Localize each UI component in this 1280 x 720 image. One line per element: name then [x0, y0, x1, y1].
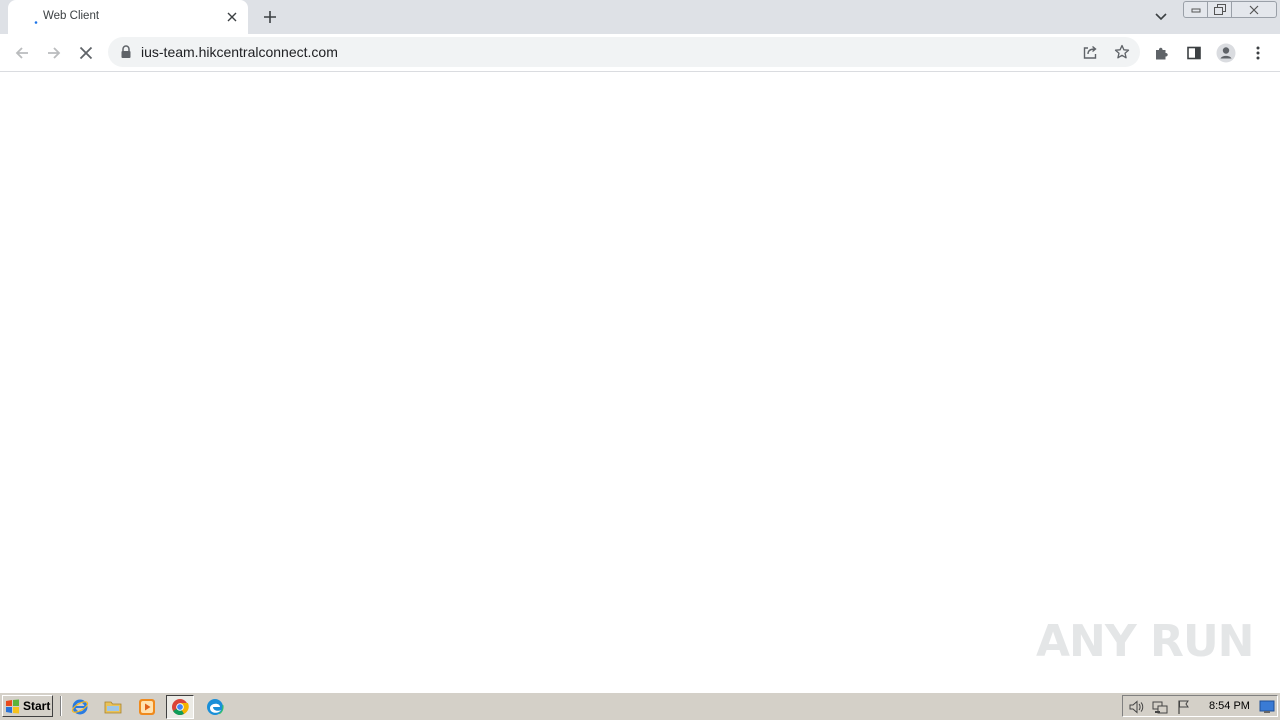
back-button[interactable] [11, 42, 33, 64]
start-button[interactable]: Start [2, 695, 53, 717]
forward-button[interactable] [43, 42, 65, 64]
page-content [0, 72, 1280, 692]
kebab-menu-icon[interactable] [1247, 42, 1269, 64]
window-controls [1183, 1, 1277, 18]
network-icon[interactable] [1152, 699, 1168, 715]
action-center-flag-icon[interactable] [1176, 699, 1192, 715]
lock-icon[interactable] [120, 45, 132, 59]
windows-logo-icon [5, 699, 20, 714]
puzzle-icon[interactable] [1151, 42, 1173, 64]
profile-avatar-icon[interactable] [1215, 42, 1237, 64]
system-tray: 8:54 PM [1122, 695, 1278, 717]
url-text[interactable]: ius-team.hikcentralconnect.com [141, 44, 338, 60]
close-window-button[interactable] [1232, 1, 1277, 18]
share-icon[interactable] [1081, 43, 1099, 61]
show-desktop-icon[interactable] [1259, 699, 1275, 715]
tab-title: Web Client [43, 10, 100, 22]
tab-strip: Web Client [0, 0, 1280, 34]
internet-explorer-icon[interactable] [70, 697, 90, 717]
start-label: Start [23, 699, 51, 713]
minimize-button[interactable] [1183, 1, 1208, 18]
folder-icon[interactable] [103, 697, 123, 717]
clock[interactable]: 8:54 PM [1209, 700, 1250, 712]
windows-taskbar: Start 8:54 PM [0, 692, 1280, 720]
star-icon[interactable] [1113, 43, 1131, 61]
new-tab-button[interactable] [259, 6, 281, 28]
loading-spinner-icon [28, 10, 44, 26]
browser-toolbar: ius-team.hikcentralconnect.com [0, 34, 1280, 72]
anyrun-watermark: ANY RUN [1036, 606, 1254, 676]
stop-loading-button[interactable] [75, 42, 97, 64]
taskbar-separator [60, 696, 62, 716]
edge-icon[interactable] [205, 697, 225, 717]
volume-icon[interactable] [1128, 699, 1144, 715]
watermark-text: ANY RUN [1036, 615, 1254, 667]
chevron-down-icon[interactable] [1151, 8, 1171, 26]
close-tab-icon[interactable] [224, 9, 240, 25]
address-bar[interactable]: ius-team.hikcentralconnect.com [108, 37, 1140, 67]
tab-web-client[interactable]: Web Client [8, 0, 248, 34]
side-panel-icon[interactable] [1183, 42, 1205, 64]
chrome-icon[interactable] [166, 695, 194, 719]
restore-button[interactable] [1208, 1, 1232, 18]
media-player-icon[interactable] [137, 697, 157, 717]
